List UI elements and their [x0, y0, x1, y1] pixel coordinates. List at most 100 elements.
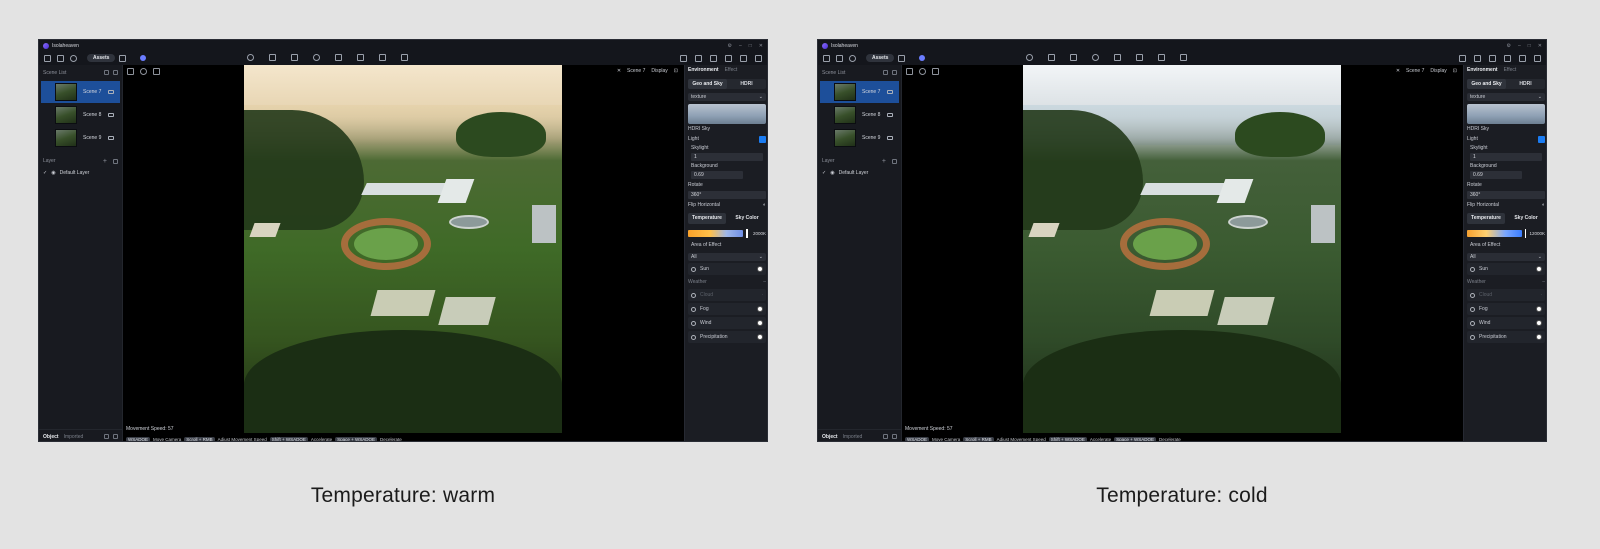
brush-icon[interactable]	[1070, 54, 1077, 61]
temperature-value[interactable]: 12000K	[1529, 231, 1545, 236]
building-icon[interactable]	[357, 54, 364, 61]
minimize-icon[interactable]: –	[739, 43, 742, 49]
sky-color-button[interactable]: Sky Color	[1507, 213, 1545, 224]
maximize-icon[interactable]: □	[1528, 43, 1531, 49]
export-icon[interactable]	[1489, 54, 1496, 62]
cloud-toggle[interactable]: ·	[1540, 292, 1542, 298]
location-icon[interactable]	[140, 68, 147, 75]
wind-row[interactable]: Wind	[688, 317, 766, 329]
edit-icon[interactable]	[127, 68, 134, 75]
rotate-field[interactable]: 360°	[688, 191, 766, 199]
skylight-field[interactable]: 1	[691, 153, 763, 161]
storage-icon[interactable]	[755, 54, 762, 62]
wind-row[interactable]: Wind	[1467, 317, 1545, 329]
layer-options-icon[interactable]	[113, 158, 118, 164]
geo-sky-button[interactable]: Geo and Sky	[688, 79, 727, 89]
file-icon[interactable]	[57, 54, 64, 62]
menu-icon[interactable]	[823, 54, 830, 62]
render-icon[interactable]	[1459, 54, 1466, 62]
camera-icon[interactable]	[887, 90, 893, 94]
check-icon[interactable]: ✓	[822, 170, 826, 176]
precipitation-toggle[interactable]	[1536, 334, 1542, 340]
scene-item[interactable]: Scene 8	[820, 104, 899, 126]
tab-object[interactable]: Object	[43, 434, 59, 440]
texture-select[interactable]: texture ⌄	[688, 93, 766, 101]
temperature-slider-knob[interactable]	[746, 228, 748, 238]
video-icon[interactable]	[1519, 54, 1526, 62]
fork-icon[interactable]	[119, 54, 127, 62]
add-scene-icon[interactable]	[883, 70, 888, 75]
brush-icon[interactable]	[291, 54, 298, 61]
tab-effect[interactable]: Effect	[1504, 67, 1517, 73]
camera-icon[interactable]	[887, 136, 893, 140]
scene-item[interactable]: Scene 7	[820, 81, 899, 103]
capture-icon[interactable]: ⊡	[1453, 68, 1457, 74]
close-icon[interactable]: ✕	[759, 43, 763, 49]
eye-icon[interactable]: ◉	[51, 170, 55, 176]
filter-icon[interactable]	[113, 434, 118, 439]
area-select[interactable]: All ⌄	[1467, 253, 1545, 261]
scene-item[interactable]: Scene 7	[41, 81, 120, 103]
background-field[interactable]: 0.69	[691, 171, 743, 179]
camera-icon[interactable]	[1474, 54, 1481, 62]
temperature-button[interactable]: Temperature	[1467, 213, 1505, 224]
video-icon[interactable]	[740, 54, 747, 62]
ai-orb-icon[interactable]	[919, 55, 926, 61]
collapse-icon[interactable]: –	[1542, 277, 1545, 287]
fog-row[interactable]: Fog	[1467, 303, 1545, 315]
more-icon[interactable]	[892, 70, 897, 75]
flag-icon[interactable]	[1158, 54, 1165, 61]
add-layer-icon[interactable]: +	[103, 158, 107, 165]
animal-icon[interactable]	[313, 54, 320, 61]
cloud-row[interactable]: Cloud ·	[688, 289, 766, 301]
layers-icon[interactable]	[401, 54, 408, 61]
settings-icon[interactable]: ⚙	[728, 43, 732, 49]
sun-row[interactable]: Sun	[688, 263, 766, 275]
chat-icon[interactable]	[849, 54, 856, 62]
temperature-slider[interactable]	[688, 229, 743, 237]
sun-toggle[interactable]	[1536, 266, 1542, 272]
precipitation-toggle[interactable]	[757, 334, 763, 340]
light-checkbox[interactable]	[759, 135, 766, 143]
skylight-field[interactable]: 1	[1470, 153, 1542, 161]
wind-toggle[interactable]	[1536, 320, 1542, 326]
layer-row[interactable]: ✓ ◉ Default Layer	[818, 167, 901, 179]
hdri-preview[interactable]	[688, 104, 766, 124]
camera-icon[interactable]	[108, 136, 114, 140]
temperature-slider-knob[interactable]	[1524, 228, 1527, 238]
render-icon[interactable]	[680, 54, 687, 62]
sky-color-button[interactable]: Sky Color	[728, 213, 766, 224]
wind-toggle[interactable]	[757, 320, 763, 326]
fog-toggle[interactable]	[757, 306, 763, 312]
light-bulb-icon[interactable]	[247, 54, 254, 61]
tab-environment[interactable]: Environment	[688, 67, 719, 73]
path-icon[interactable]	[269, 54, 276, 61]
flag-icon[interactable]	[379, 54, 386, 61]
viewport[interactable]: ✕ Scene 7 Display ⊡ Movement Speed: 57 W…	[902, 65, 1463, 441]
cloud-toggle[interactable]: ·	[761, 292, 763, 298]
contrast-icon[interactable]: ◐	[1542, 202, 1545, 208]
hdri-preview[interactable]	[1467, 104, 1545, 124]
storage-icon[interactable]	[1534, 54, 1541, 62]
viewport[interactable]: ✕ Scene 7 Display ⊡ Movement Speed: 57 W…	[123, 65, 684, 441]
animal-icon[interactable]	[1092, 54, 1099, 61]
light-bulb-icon[interactable]	[1026, 54, 1033, 61]
rotate-field[interactable]: 360°	[1467, 191, 1545, 199]
scene-label[interactable]: Scene 7	[627, 68, 645, 74]
screenshot-icon[interactable]	[1504, 54, 1511, 62]
check-icon[interactable]: ✓	[43, 170, 47, 176]
path-icon[interactable]	[1048, 54, 1055, 61]
area-select[interactable]: All ⌄	[688, 253, 766, 261]
ai-orb-icon[interactable]	[140, 55, 147, 61]
hdri-button[interactable]: HDRI	[727, 79, 766, 89]
fog-row[interactable]: Fog	[688, 303, 766, 315]
tab-imported[interactable]: Imported	[64, 434, 84, 440]
camera-icon[interactable]	[108, 90, 114, 94]
fork-icon[interactable]	[898, 54, 906, 62]
pen-icon[interactable]	[153, 68, 160, 75]
temperature-value[interactable]: 2000K	[753, 231, 766, 236]
hdri-button[interactable]: HDRI	[1506, 79, 1545, 89]
tab-imported[interactable]: Imported	[843, 434, 863, 440]
gender-icon[interactable]	[104, 434, 109, 439]
vehicle-icon[interactable]	[335, 54, 342, 61]
